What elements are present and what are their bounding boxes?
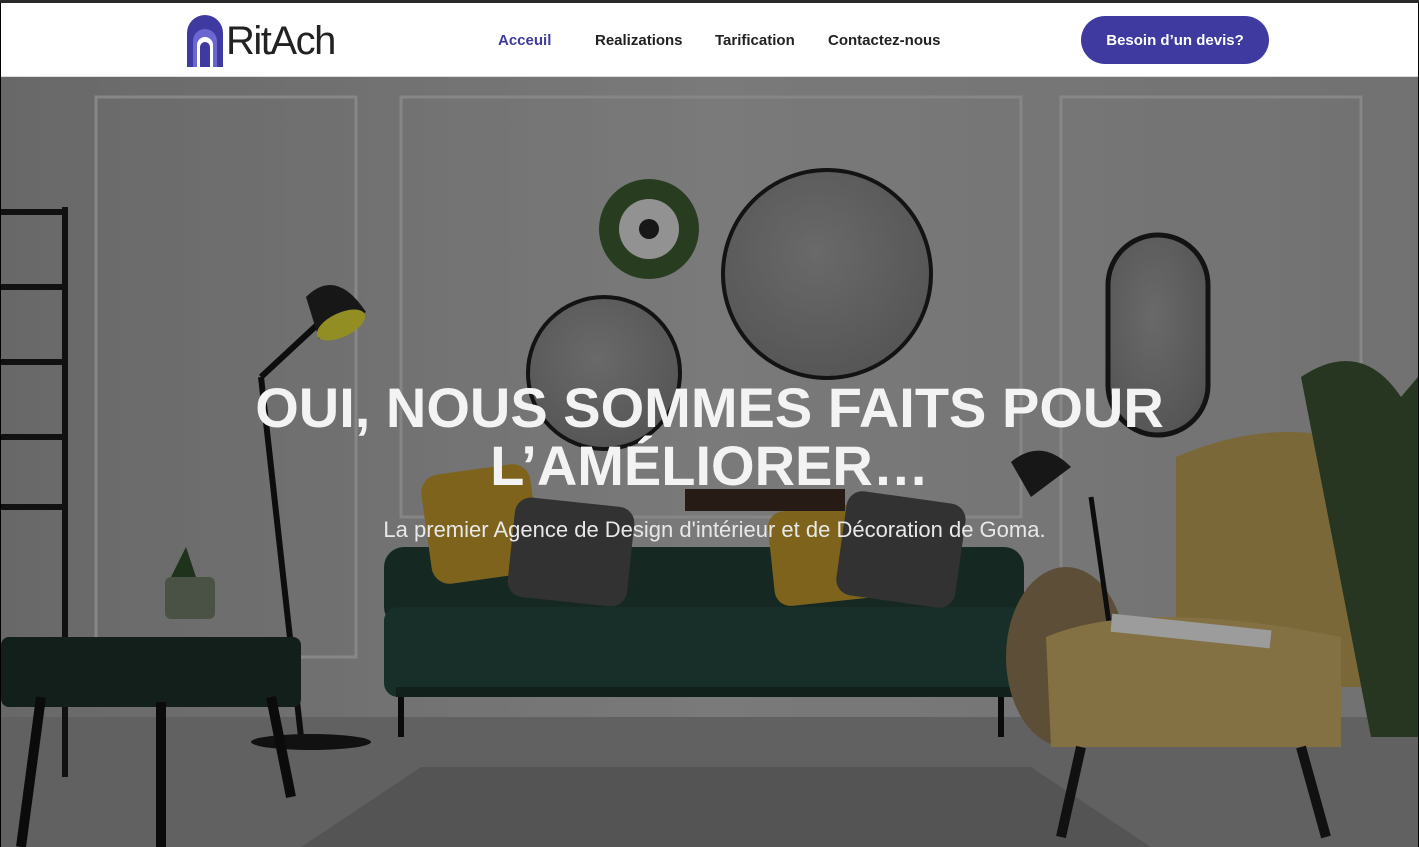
hero-title-line-2: L’AMÉLIORER… (490, 434, 929, 497)
quote-request-button[interactable]: Besoin d’un devis? (1081, 16, 1269, 64)
nav-item-acceuil[interactable]: Acceuil (498, 32, 551, 49)
logo-arch-icon (187, 15, 223, 67)
hero-title: OUI, NOUS SOMMES FAITS POUR L’AMÉLIORER… (1, 379, 1418, 495)
site-header: RitAch Acceuil Realizations Tarification… (1, 3, 1418, 77)
brand-name: RitAch (226, 19, 336, 63)
hero-subtitle: La premier Agence de Design d'intérieur … (383, 517, 1046, 542)
hero-title-line-1: OUI, NOUS SOMMES FAITS POUR (255, 376, 1164, 439)
hero-section: OUI, NOUS SOMMES FAITS POUR L’AMÉLIORER…… (1, 77, 1418, 847)
nav-item-realizations[interactable]: Realizations (595, 32, 683, 49)
brand-logo[interactable]: RitAch (185, 13, 336, 69)
nav-item-tarification[interactable]: Tarification (715, 32, 795, 49)
nav-item-contact[interactable]: Contactez-nous (828, 32, 941, 49)
